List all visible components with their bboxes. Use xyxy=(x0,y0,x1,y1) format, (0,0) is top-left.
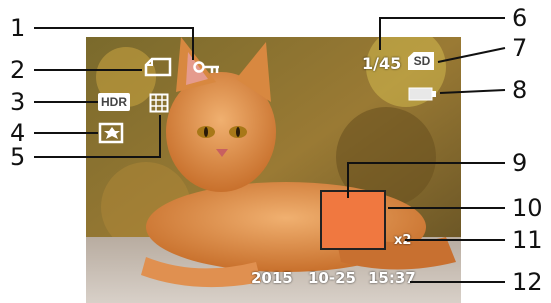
callout-11: 11 xyxy=(512,226,543,254)
leader-line-5 xyxy=(34,115,161,158)
leader-line-7 xyxy=(437,47,506,63)
leader-line-6 xyxy=(379,17,505,50)
callout-1: 1 xyxy=(10,14,26,42)
leader-line-1 xyxy=(34,27,194,60)
callout-2: 2 xyxy=(10,56,26,84)
callout-9: 9 xyxy=(512,149,528,177)
leader-line-9 xyxy=(347,162,505,198)
leader-lines xyxy=(34,17,506,283)
callout-3: 3 xyxy=(10,88,26,116)
callout-12: 12 xyxy=(512,268,543,296)
callout-4: 4 xyxy=(10,119,26,147)
callout-5: 5 xyxy=(10,143,26,171)
callout-6: 6 xyxy=(512,4,528,32)
leader-line-8 xyxy=(439,89,506,94)
callout-10: 10 xyxy=(512,194,543,222)
callout-8: 8 xyxy=(512,76,528,104)
callout-7: 7 xyxy=(512,34,528,62)
